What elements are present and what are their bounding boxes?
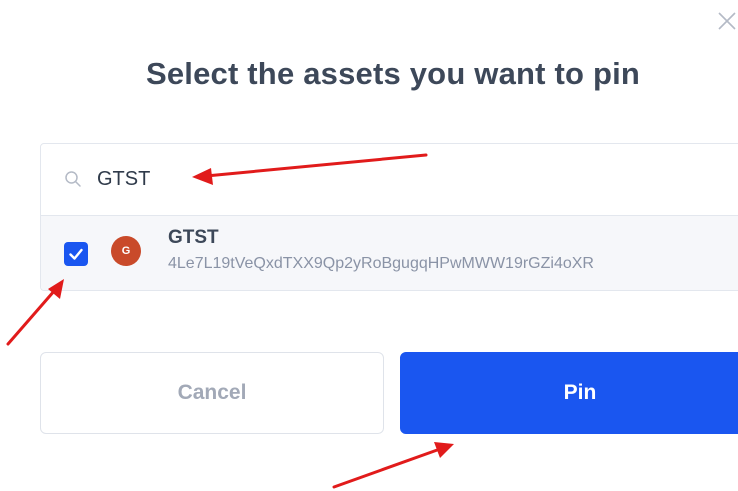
search-bar xyxy=(41,144,738,216)
close-button[interactable] xyxy=(716,10,738,32)
search-input[interactable] xyxy=(97,162,497,196)
asset-list-item[interactable]: G GTST 4Le7L19tVeQxdTXX9Qp2yRoBgugqHPwMW… xyxy=(41,216,738,290)
asset-checkbox[interactable] xyxy=(64,242,88,266)
pin-assets-dialog: Select the assets you want to pin G GTST… xyxy=(0,0,738,491)
asset-id: 4Le7L19tVeQxdTXX9Qp2yRoBgugqHPwMWW19rGZi… xyxy=(168,255,594,272)
search-icon xyxy=(64,170,82,188)
dialog-title: Select the assets you want to pin xyxy=(145,56,641,91)
cancel-button[interactable]: Cancel xyxy=(40,352,384,434)
asset-name: GTST xyxy=(168,227,219,248)
checkmark-icon xyxy=(69,248,83,260)
close-icon xyxy=(718,12,736,30)
pin-button[interactable]: Pin xyxy=(400,352,738,434)
red-arrow-icon xyxy=(332,442,454,489)
asset-panel: G GTST 4Le7L19tVeQxdTXX9Qp2yRoBgugqHPwMW… xyxy=(40,143,738,291)
asset-avatar: G xyxy=(111,236,141,266)
